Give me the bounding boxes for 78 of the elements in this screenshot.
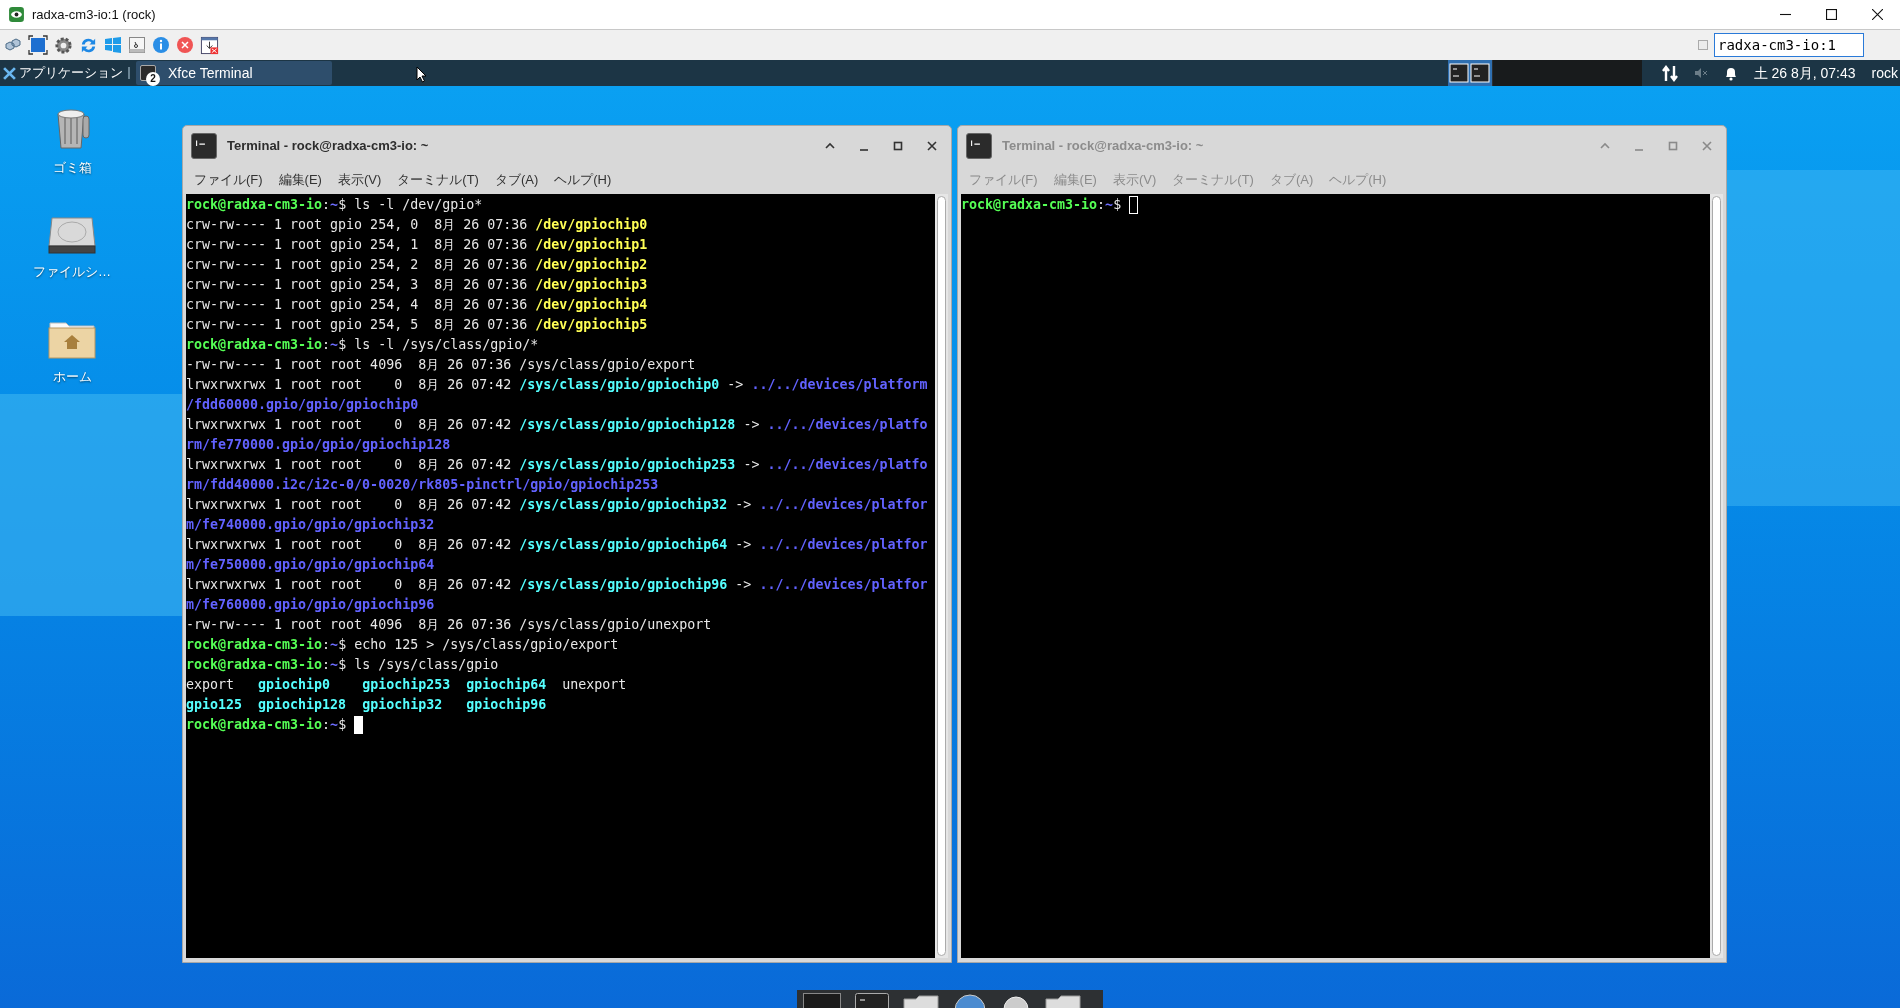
terminal-line: crw-rw---- 1 root gpio 254, 1 8月 26 07:36 /dev/gpiochip1 xyxy=(186,236,648,254)
terminal-icon xyxy=(1449,63,1470,83)
window-title: Terminal - rock@radxa-cm3-io: ~ xyxy=(227,137,429,156)
host-field[interactable]: radxa-cm3-io:1 xyxy=(1714,33,1864,57)
hard-drive-icon[interactable] xyxy=(48,215,96,254)
x-logo-icon xyxy=(3,66,16,80)
terminal-line: crw-rw---- 1 root gpio 254, 4 8月 26 07:36 /dev/gpiochip4 xyxy=(186,296,648,314)
terminal-line: lrwxrwxrwx 1 root root 0 8月 26 07:42 /sys/class/gpio/gpiochip64 -> ../../devices/platfor xyxy=(186,536,928,554)
info-icon[interactable] xyxy=(152,36,170,54)
user-name[interactable]: rock xyxy=(1871,62,1898,84)
terminal-line: m/fe740000.gpio/gpio/gpiochip32 xyxy=(186,516,435,534)
maximize-icon xyxy=(1667,140,1679,152)
globe-icon[interactable] xyxy=(953,993,987,1008)
mouse-pointer-icon xyxy=(416,65,427,83)
terminal-icon xyxy=(191,133,217,159)
clock[interactable]: 土 26 8月, 07:43 xyxy=(1753,62,1856,84)
magnifier-icon[interactable] xyxy=(1001,993,1031,1008)
terminal-line: -rw-rw---- 1 root root 4096 8月 26 07:36 /sys/class/gpio/unexport xyxy=(186,616,712,634)
window-title: radxa-cm3-io:1 (rock) xyxy=(32,5,156,24)
terminal-line: crw-rw---- 1 root gpio 254, 2 8月 26 07:36 /dev/gpiochip2 xyxy=(186,256,648,274)
terminal-line: gpio125 gpiochip128 gpiochip32 gpiochip96 xyxy=(186,696,547,714)
menu-item[interactable]: ターミナル(T) xyxy=(391,170,485,190)
terminal-line: lrwxrwxrwx 1 root root 0 8月 26 07:42 /sys/class/gpio/gpiochip0 -> ../../devices/platform xyxy=(186,376,928,394)
terminal-line: crw-rw---- 1 root gpio 254, 3 8月 26 07:36 /dev/gpiochip3 xyxy=(186,276,648,294)
terminal-icon[interactable] xyxy=(855,993,889,1008)
workspace-switcher[interactable] xyxy=(1447,60,1492,86)
fullscreen-icon[interactable] xyxy=(28,35,48,55)
minimize-icon xyxy=(860,149,868,151)
menu-item[interactable]: ヘルプ(H) xyxy=(548,170,618,190)
terminal-line: -rw-rw---- 1 root root 4096 8月 26 07:36 /sys/class/gpio/export xyxy=(186,356,696,374)
terminal-line: crw-rw---- 1 root gpio 254, 0 8月 26 07:36 /dev/gpiochip0 xyxy=(186,216,648,234)
terminal-icon xyxy=(966,133,992,159)
window-title: Terminal - rock@radxa-cm3-io: ~ xyxy=(1002,137,1204,156)
muted-speaker-icon[interactable] xyxy=(1693,67,1708,79)
terminal-line: m/fe750000.gpio/gpio/gpiochip64 xyxy=(186,556,435,574)
disconnect-icon[interactable] xyxy=(176,36,194,54)
terminal-line: rock@radxa-cm3-io:~$ echo 125 > /sys/class/gpio/export xyxy=(186,636,619,654)
menu-item[interactable]: タブ(A) xyxy=(488,170,545,190)
terminal-line: lrwxrwxrwx 1 root root 0 8月 26 07:42 /sys/class/gpio/gpiochip128 -> ../../devices/platfo xyxy=(186,416,928,434)
windows-logo-icon[interactable] xyxy=(104,36,122,54)
terminal-line: rm/fdd40000.i2c/i2c-0/0-0020/rk805-pinctrl/gpio/gpiochip253 xyxy=(186,476,659,494)
terminal-line: m/fe760000.gpio/gpio/gpiochip96 xyxy=(186,596,435,614)
terminal-line: crw-rw---- 1 root gpio 254, 5 8月 26 07:36 /dev/gpiochip5 xyxy=(186,316,648,334)
settings-icon[interactable] xyxy=(54,35,73,55)
home-folder-icon[interactable] xyxy=(48,319,96,359)
transfer-icon[interactable] xyxy=(200,35,219,55)
close-icon xyxy=(926,140,938,152)
terminal-line: lrwxrwxrwx 1 root root 0 8月 26 07:42 /sys/class/gpio/gpiochip253 -> ../../devices/platfo xyxy=(186,456,928,474)
terminal-line: rock@radxa-cm3-io:~$ ls -l /dev/gpio* xyxy=(186,196,483,214)
terminal-line: lrwxrwxrwx 1 root root 0 8月 26 07:42 /sys/class/gpio/gpiochip96 -> ../../devices/platfor xyxy=(186,576,928,594)
keyboard-key-icon[interactable] xyxy=(128,36,146,54)
network-arrows-icon[interactable] xyxy=(1661,64,1678,82)
terminal-line: export gpiochip0 gpiochip253 gpiochip64 unexport xyxy=(186,676,627,694)
terminal-line: rock@radxa-cm3-io:~$ ls /sys/class/gpio xyxy=(186,656,499,674)
terminal-line: rock@radxa-cm3-io:~$ xyxy=(186,716,347,734)
minimize-icon xyxy=(1635,149,1643,151)
menu-item[interactable]: 表示(V) xyxy=(331,170,388,190)
terminal-line: lrwxrwxrwx 1 root root 0 8月 26 07:42 /sys/class/gpio/gpiochip32 -> ../../devices/platfor xyxy=(186,496,928,514)
close-icon xyxy=(1701,140,1713,152)
menu-item[interactable]: 編集(E) xyxy=(272,170,328,190)
taskbar-button[interactable]: 2 Xfce Terminal xyxy=(136,61,332,85)
close-icon xyxy=(1871,9,1883,20)
terminal-icon xyxy=(1470,63,1491,83)
terminal-line: /fdd60000.gpio/gpio/gpiochip0 xyxy=(186,396,419,414)
window-icon[interactable] xyxy=(803,993,841,1008)
terminal-line: rm/fe770000.gpio/gpio/gpiochip128 xyxy=(186,436,451,454)
maximize-icon xyxy=(892,140,904,152)
menu-item[interactable]: ファイル(F) xyxy=(188,170,269,190)
window-count-badge: 2 xyxy=(146,72,160,86)
folder-icon[interactable] xyxy=(1045,993,1081,1008)
bell-icon[interactable] xyxy=(1723,65,1738,81)
terminal-line: rock@radxa-cm3-io:~$ xyxy=(961,196,1122,214)
checkbox[interactable] xyxy=(1698,40,1708,50)
maximize-icon xyxy=(1825,9,1837,20)
terminal-line: rock@radxa-cm3-io:~$ ls -l /sys/class/gpio/* xyxy=(186,336,539,354)
app-icon xyxy=(8,6,25,23)
applications-menu[interactable]: アプリケーション xyxy=(0,60,126,86)
folder-icon[interactable] xyxy=(903,993,939,1008)
